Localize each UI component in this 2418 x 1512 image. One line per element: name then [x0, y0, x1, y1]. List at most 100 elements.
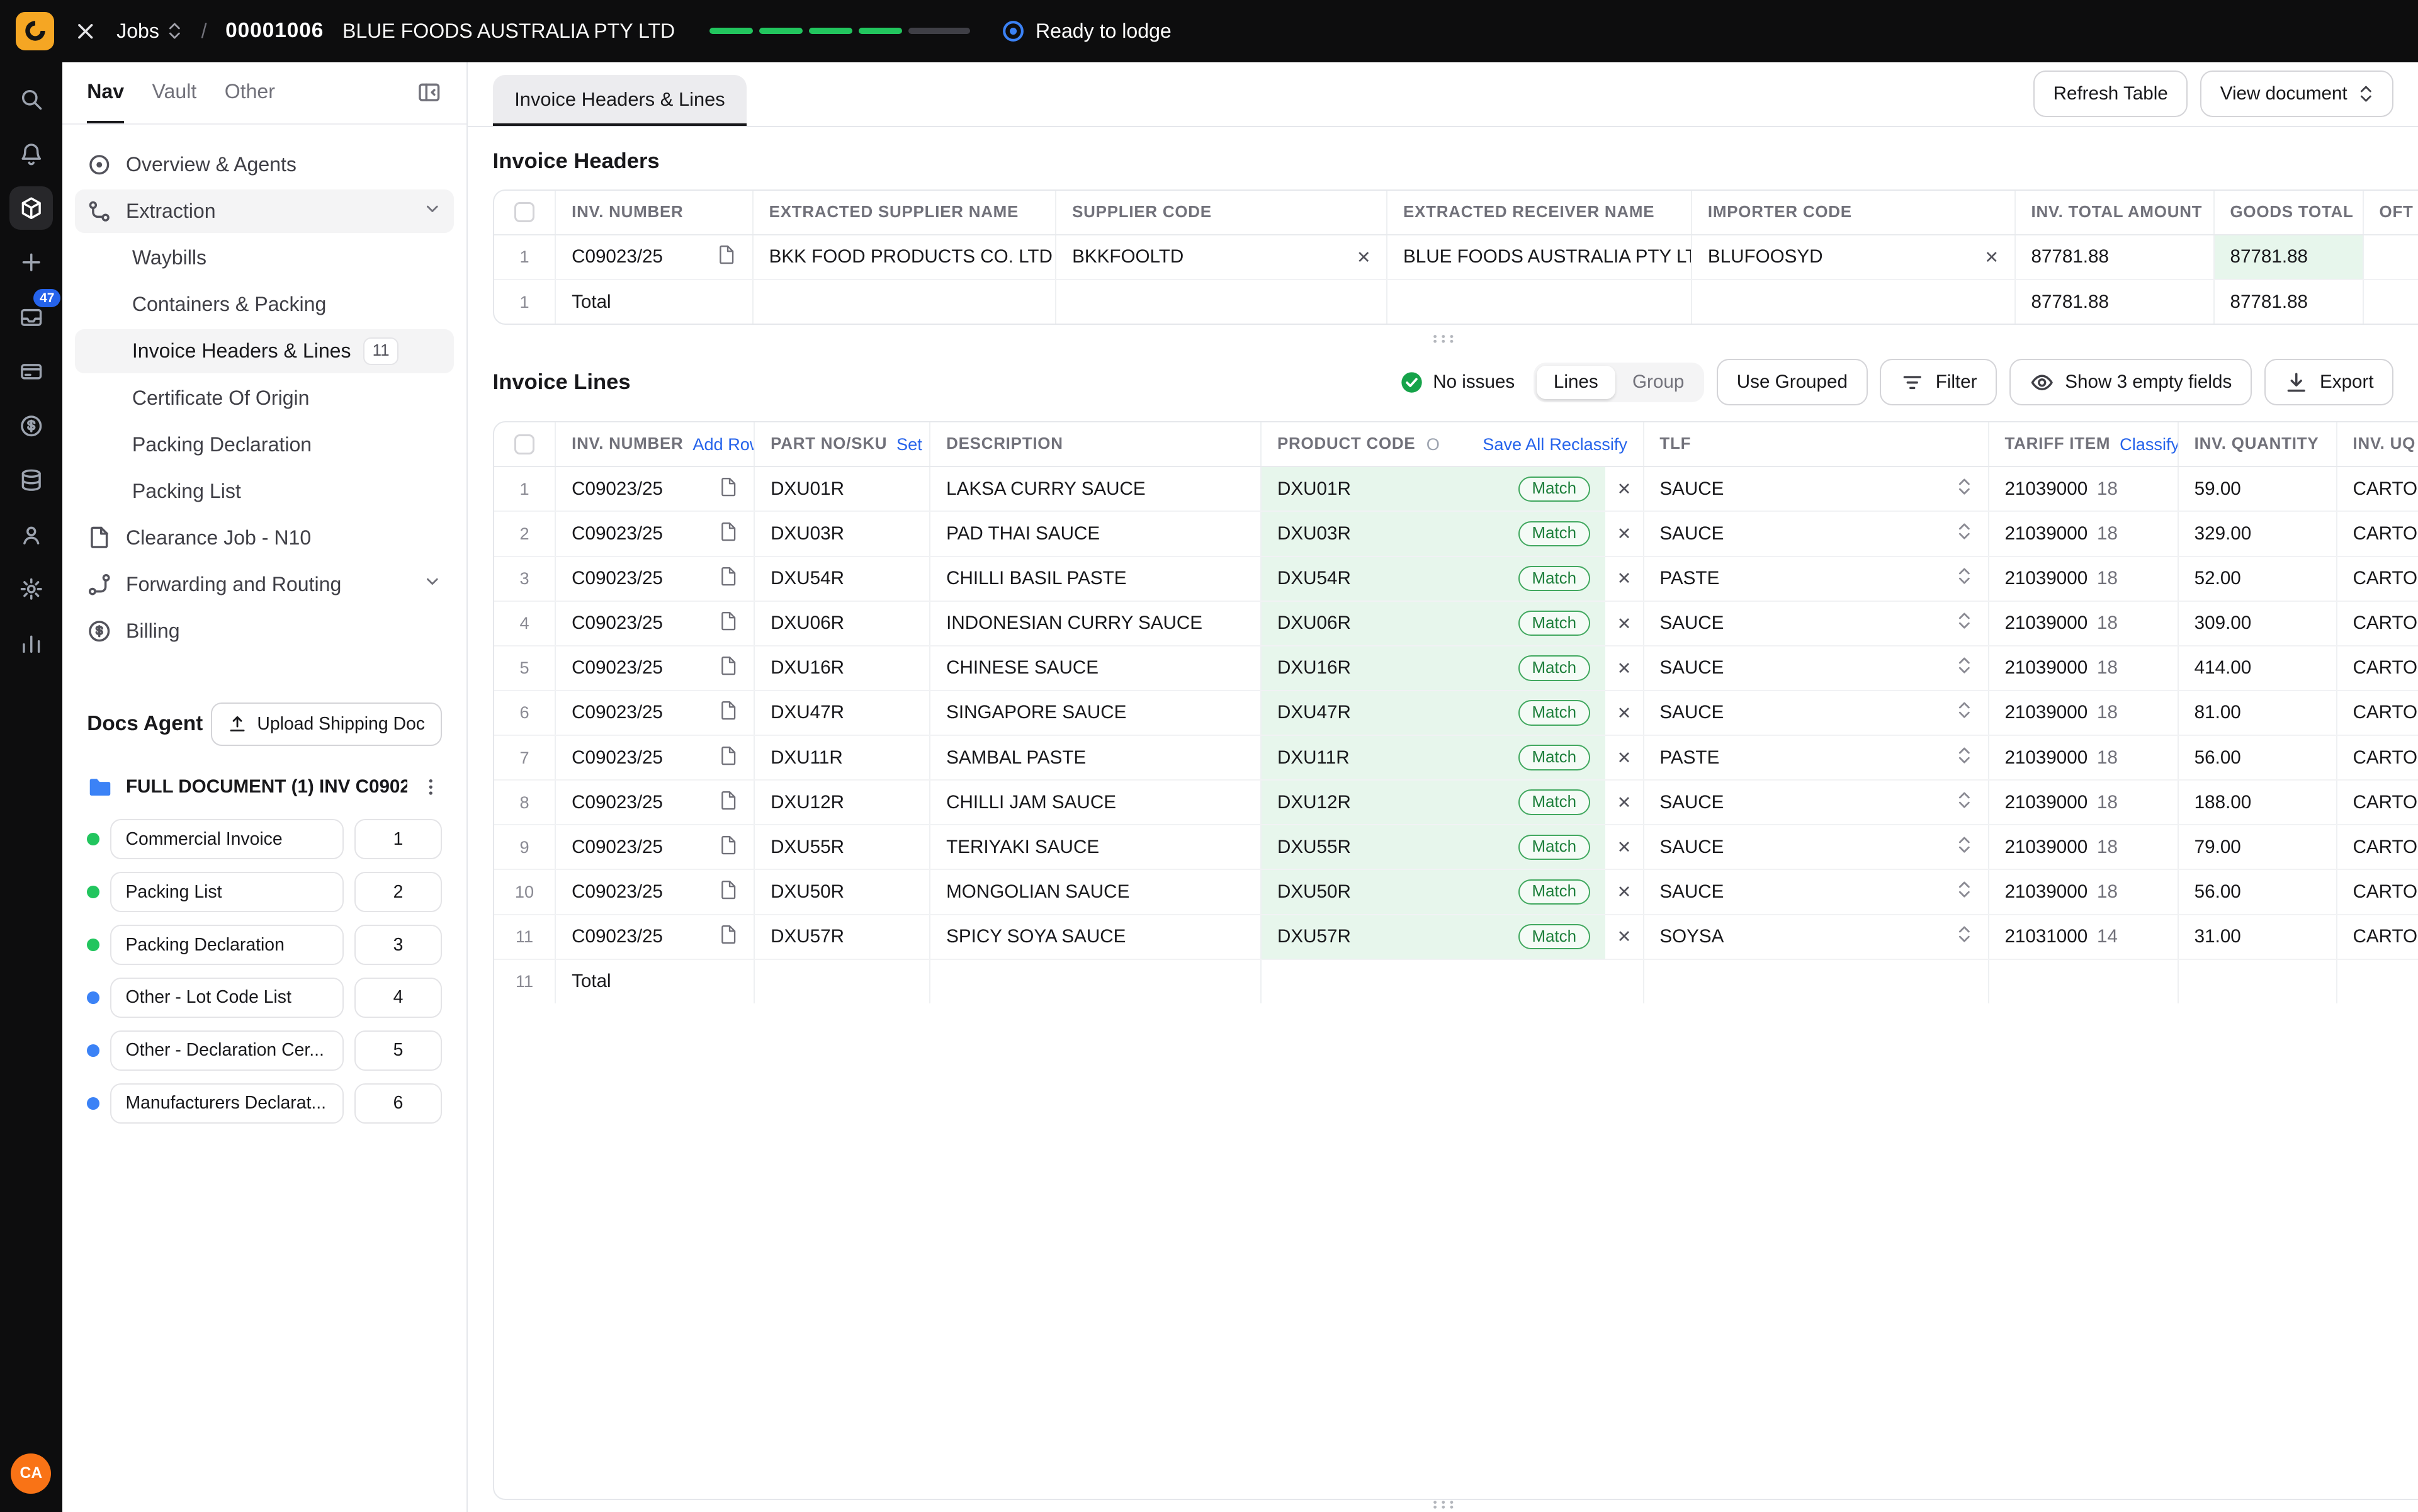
jobs-icon[interactable]: [9, 186, 53, 230]
analytics-icon[interactable]: [9, 622, 53, 665]
clear-match-icon[interactable]: ✕: [1605, 781, 1642, 824]
table-resize-handle[interactable]: [493, 325, 2394, 353]
close-job-button[interactable]: [73, 19, 98, 44]
filter-button[interactable]: Filter: [1880, 359, 1997, 405]
settings-icon[interactable]: [9, 567, 53, 611]
document-page-number[interactable]: 1: [354, 819, 441, 859]
tab-invoice-headers-lines[interactable]: Invoice Headers & Lines: [493, 75, 747, 126]
column-header-goods-total[interactable]: GOODS TOTAL: [2215, 191, 2364, 234]
inbox-icon[interactable]: 47: [9, 295, 53, 339]
sidebar-item-clearance-job-n10[interactable]: Clearance Job - N10: [75, 516, 455, 560]
document-page-number[interactable]: 4: [354, 978, 441, 1018]
tlf-select[interactable]: SAUCE: [1644, 646, 1989, 690]
tlf-select[interactable]: SAUCE: [1644, 602, 1989, 645]
document-label[interactable]: Manufacturers Declarat...: [110, 1083, 344, 1124]
invoice-line-row[interactable]: 8C09023/25DXU12RCHILLI JAM SAUCEDXU12RMa…: [494, 781, 2418, 825]
clear-match-icon[interactable]: ✕: [1605, 736, 1642, 779]
notifications-icon[interactable]: [9, 132, 53, 176]
select-all-checkbox[interactable]: [514, 202, 534, 222]
tlf-select[interactable]: SAUCE: [1644, 691, 1989, 735]
clear-importer-code-icon[interactable]: ✕: [1984, 249, 1999, 266]
clear-match-icon[interactable]: ✕: [1605, 825, 1642, 869]
sidebar-item-packing-declaration[interactable]: Packing Declaration: [75, 423, 455, 466]
tlf-select[interactable]: SAUCE: [1644, 512, 1989, 555]
document-label[interactable]: Other - Lot Code List: [110, 978, 344, 1018]
document-label[interactable]: Commercial Invoice: [110, 819, 344, 859]
table-resize-handle-bottom[interactable]: [493, 1497, 2394, 1512]
tlf-select[interactable]: PASTE: [1644, 736, 1989, 779]
add-row-link[interactable]: Add Row: [692, 434, 755, 454]
sidebar-item-waybills[interactable]: Waybills: [75, 236, 455, 279]
tab-other[interactable]: Other: [225, 62, 275, 123]
tlf-select[interactable]: SAUCE: [1644, 467, 1989, 511]
collapse-sidebar-button[interactable]: [417, 80, 442, 105]
document-page-number[interactable]: 5: [354, 1030, 441, 1071]
column-header-importer-code[interactable]: IMPORTER CODE: [1692, 191, 2016, 234]
sidebar-item-extraction[interactable]: Extraction: [75, 189, 455, 233]
document-label[interactable]: Packing List: [110, 872, 344, 912]
tab-nav[interactable]: Nav: [87, 62, 124, 123]
show-empty-fields-button[interactable]: Show 3 empty fields: [2009, 359, 2252, 405]
tlf-select[interactable]: PASTE: [1644, 557, 1989, 601]
invoice-line-row[interactable]: 6C09023/25DXU47RSINGAPORE SAUCEDXU47RMat…: [494, 691, 2418, 736]
document-page-number[interactable]: 2: [354, 872, 441, 912]
clear-match-icon[interactable]: ✕: [1605, 512, 1642, 555]
invoice-line-row[interactable]: 9C09023/25DXU55RTERIYAKI SAUCEDXU55RMatc…: [494, 825, 2418, 870]
refresh-table-button[interactable]: Refresh Table: [2033, 71, 2188, 117]
column-header-extracted-supplier-name[interactable]: EXTRACTED SUPPLIER NAME: [754, 191, 1056, 234]
invoice-line-row[interactable]: 2C09023/25DXU03RPAD THAI SAUCEDXU03RMatc…: [494, 512, 2418, 556]
invoice-line-row[interactable]: 11C09023/25DXU57RSPICY SOYA SAUCEDXU57RM…: [494, 915, 2418, 960]
sidebar-item-invoice-headers-lines[interactable]: Invoice Headers & Lines11: [75, 329, 455, 373]
clear-match-icon[interactable]: ✕: [1605, 691, 1642, 735]
view-document-button[interactable]: View document: [2200, 71, 2393, 117]
search-icon[interactable]: [9, 77, 53, 121]
sidebar-item-certificate-of-origin[interactable]: Certificate Of Origin: [75, 376, 455, 419]
tlf-select[interactable]: SAUCE: [1644, 825, 1989, 869]
sidebar-item-containers-packing[interactable]: Containers & Packing: [75, 283, 455, 326]
database-icon[interactable]: [9, 458, 53, 502]
jobs-switcher[interactable]: Jobs: [116, 20, 183, 43]
document-label[interactable]: Packing Declaration: [110, 925, 344, 965]
invoice-line-row[interactable]: 3C09023/25DXU54RCHILLI BASIL PASTEDXU54R…: [494, 557, 2418, 602]
tlf-select[interactable]: SAUCE: [1644, 781, 1989, 824]
column-header-inv-total-amount[interactable]: INV. TOTAL AMOUNT: [2016, 191, 2215, 234]
classify-all-link[interactable]: Classify All: [2120, 434, 2179, 454]
tlf-select[interactable]: SOYSA: [1644, 915, 1989, 959]
clear-match-icon[interactable]: ✕: [1605, 915, 1642, 959]
tab-vault[interactable]: Vault: [152, 62, 197, 123]
document-page-number[interactable]: 6: [354, 1083, 441, 1124]
upload-shipping-doc-button[interactable]: Upload Shipping Doc: [211, 702, 442, 746]
toggle-lines[interactable]: Lines: [1537, 366, 1615, 400]
payments-icon[interactable]: [9, 349, 53, 393]
avatar[interactable]: CA: [11, 1453, 51, 1494]
contacts-icon[interactable]: [9, 513, 53, 556]
column-header-extracted-receiver-name[interactable]: EXTRACTED RECEIVER NAME: [1387, 191, 1692, 234]
use-grouped-button[interactable]: Use Grouped: [1717, 359, 1867, 405]
invoice-line-row[interactable]: 10C09023/25DXU50RMONGOLIAN SAUCEDXU50RMa…: [494, 870, 2418, 915]
sidebar-item-packing-list[interactable]: Packing List: [75, 470, 455, 513]
clear-match-icon[interactable]: ✕: [1605, 602, 1642, 645]
set-link[interactable]: Set: [896, 434, 922, 454]
app-logo[interactable]: [16, 12, 55, 51]
clear-match-icon[interactable]: ✕: [1605, 557, 1642, 601]
add-icon[interactable]: [9, 241, 53, 285]
document-folder-row[interactable]: FULL DOCUMENT (1) INV C09023-...: [87, 774, 441, 800]
invoice-header-row[interactable]: 1C09023/25BKK FOOD PRODUCTS CO. LTDBKKFO…: [494, 235, 2418, 280]
sidebar-item-forwarding-and-routing[interactable]: Forwarding and Routing: [75, 563, 455, 606]
document-page-number[interactable]: 3: [354, 925, 441, 965]
document-label[interactable]: Other - Declaration Cer...: [110, 1030, 344, 1071]
clear-match-icon[interactable]: ✕: [1605, 467, 1642, 511]
clear-supplier-code-icon[interactable]: ✕: [1357, 249, 1371, 266]
toggle-group[interactable]: Group: [1615, 366, 1702, 400]
tlf-select[interactable]: SAUCE: [1644, 870, 1989, 913]
currency-icon[interactable]: [9, 404, 53, 448]
clear-match-icon[interactable]: ✕: [1605, 870, 1642, 913]
export-button[interactable]: Export: [2264, 359, 2394, 405]
reclassify-link[interactable]: Reclassify: [1549, 434, 1627, 454]
invoice-line-row[interactable]: 7C09023/25DXU11RSAMBAL PASTEDXU11RMatch✕…: [494, 736, 2418, 781]
column-header-inv-number[interactable]: INV. NUMBER: [556, 191, 754, 234]
invoice-line-row[interactable]: 5C09023/25DXU16RCHINESE SAUCEDXU16RMatch…: [494, 646, 2418, 691]
folder-menu-button[interactable]: [420, 776, 442, 798]
sidebar-item-billing[interactable]: Billing: [75, 609, 455, 653]
select-all-checkbox[interactable]: [514, 434, 534, 454]
